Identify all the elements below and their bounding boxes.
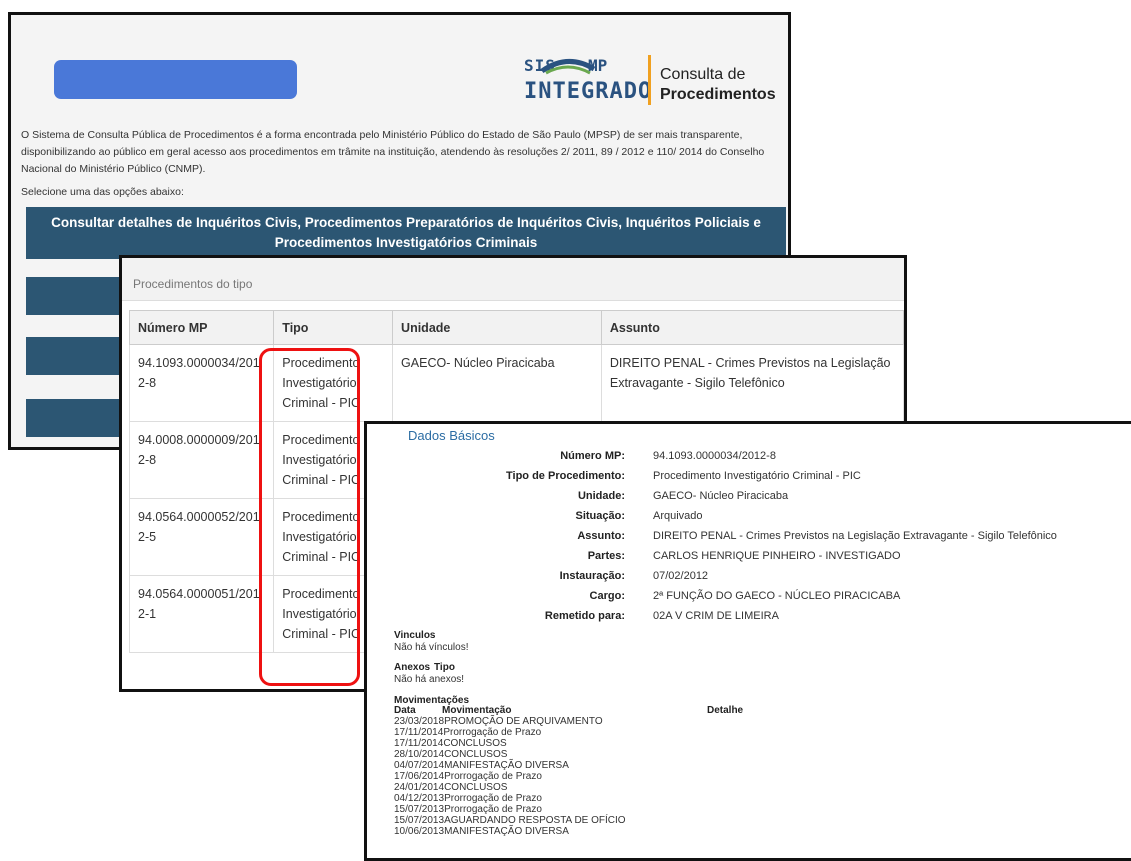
field-tipo: Procedimento Investigatório Criminal - P… [653,470,861,482]
logo-integrado: INTEGRADO [524,79,653,104]
numero-mp-link[interactable]: 94.0564.0000052/2012-5 [138,510,260,544]
col-numero-mp[interactable]: Número MP [128,310,275,345]
field-label: Situação: [575,510,625,522]
option-button-4[interactable] [26,399,121,437]
vinculos-text: Não há vínculos! [394,642,469,653]
logo-mp: MP [588,56,608,75]
field-label: Remetido para: [544,610,625,622]
mov-date: 17/11/2014 [394,727,444,738]
numero-mp-link[interactable]: 94.0008.0000009/2012-8 [138,433,260,467]
logo-divider [648,55,651,105]
mov-date: 17/06/2014 [394,771,445,782]
mov-date: 23/03/2018 [394,716,445,727]
list-item: 04/07/2014MANIFESTAÇÃO DIVERSA [394,760,569,771]
field-assunto: DIREITO PENAL - Crimes Previstos na Legi… [653,530,1057,542]
intro-text: O Sistema de Consulta Pública de Procedi… [21,129,765,175]
field-instauracao: 07/02/2012 [653,570,709,582]
field-label: Tipo de Procedimento: [506,470,625,482]
list-item: 17/06/2014Prorrogação de Prazo [394,771,542,782]
unidade-cell: GAECO- Núcleo Piracicaba [392,344,602,422]
logo-title-line1: Consulta de [660,66,746,83]
mov-date: 04/07/2014 [394,760,445,771]
mov-desc: CONCLUSOS [443,738,507,749]
mov-desc: MANIFESTAÇÃO DIVERSA [444,760,569,771]
anexos-text: Não há anexos! [394,674,465,685]
mov-desc: MANIFESTAÇÃO DIVERSA [444,826,569,837]
list-item: 24/01/2014CONCLUSOS [394,782,507,793]
mov-desc: Prorrogação de Prazo [443,727,542,738]
procedimentos-title: Procedimentos do tipo [133,277,253,291]
field-label: Assunto: [577,530,625,542]
option-button-3[interactable] [26,337,121,375]
field-label: Número MP: [560,450,625,462]
field-situacao: Arquivado [653,510,703,522]
field-numero-mp: 94.1093.0000034/2012-8 [653,450,776,462]
option-consultar-detalhes[interactable]: Consultar detalhes de Inquéritos Civis, … [26,207,786,259]
mov-date: 15/07/2013 [394,804,445,815]
anexos-tipo-header: Tipo [434,662,455,673]
assunto-cell: DIREITO PENAL - Crimes Previstos na Legi… [600,344,904,422]
list-item: 15/07/2013AGUARDANDO RESPOSTA DE OFÍCIO [394,815,626,826]
mov-header-movimentacao: Movimentação [442,705,512,716]
mov-header-data: Data [394,705,416,716]
field-cargo: 2ª FUNÇÃO DO GAECO - NÚCLEO PIRACICABA [653,590,901,602]
mov-desc: CONCLUSOS [444,782,508,793]
logo-title-line2: Procedimentos [660,86,776,103]
field-unidade: GAECO- Núcleo Piracicaba [653,490,789,502]
sis-mp-integrado-logo: SIS MP INTEGRADO Consulta de Procediment… [516,45,776,120]
logo-title: Consulta de Procedimentos [660,65,776,105]
numero-mp-link[interactable]: 94.0564.0000051/2012-1 [138,587,260,621]
col-tipo[interactable]: Tipo [273,310,394,345]
dados-basicos-heading: Dados Básicos [408,428,495,443]
mov-desc: AGUARDANDO RESPOSTA DE OFÍCIO [444,815,626,826]
mov-desc: Prorrogação de Prazo [444,771,542,782]
list-item: 04/12/2013Prorrogação de Prazo [394,793,542,804]
procedimentos-header: Procedimentos do tipo [122,258,904,301]
field-remetido: 02A V CRIM DE LIMEIRA [653,610,779,622]
mov-date: 04/12/2013 [394,793,445,804]
mov-date: 15/07/2013 [394,815,445,826]
mov-date: 10/06/2013 [394,826,445,837]
mov-desc: PROMOÇÃO DE ARQUIVAMENTO [444,716,603,727]
mov-desc: Prorrogação de Prazo [444,804,542,815]
mov-desc: Prorrogação de Prazo [444,793,542,804]
field-label: Instauração: [559,570,625,582]
col-assunto[interactable]: Assunto [600,310,904,345]
mov-date: 17/11/2014 [394,738,444,749]
anexos-title: Anexos [394,662,431,673]
list-item: 10/06/2013MANIFESTAÇÃO DIVERSA [394,826,569,837]
list-item: 15/07/2013Prorrogação de Prazo [394,804,542,815]
dados-basicos-panel: Dados Básicos Número MP: 94.1093.0000034… [364,421,1131,861]
field-label: Unidade: [577,490,625,502]
list-item: 28/10/2014CONCLUSOS [394,749,507,760]
field-label: Cargo: [589,590,625,602]
table-row[interactable]: 94.1093.0000034/2012-8 Procedimento Inve… [128,344,904,422]
mov-date: 24/01/2014 [394,782,445,793]
tipo-highlight-box [259,348,360,686]
field-label: Partes: [587,550,625,562]
list-item: 17/11/2014Prorrogação de Prazo [394,727,541,738]
option-button-2[interactable] [26,277,121,315]
select-instructions: Selecione uma das opções abaixo: [21,186,184,198]
col-unidade[interactable]: Unidade [392,310,602,345]
numero-mp-link[interactable]: 94.1093.0000034/2012-8 [138,356,260,390]
mov-date: 28/10/2014 [394,749,445,760]
header-blue-bar [54,60,297,99]
list-item: 17/11/2014CONCLUSOS [394,738,507,749]
vinculos-title: Vinculos [394,630,436,641]
field-partes: CARLOS HENRIQUE PINHEIRO - INVESTIGADO [653,550,901,562]
list-item: 23/03/2018PROMOÇÃO DE ARQUIVAMENTO [394,716,603,727]
mov-desc: CONCLUSOS [444,749,508,760]
mov-header-detalhe: Detalhe [707,705,744,716]
